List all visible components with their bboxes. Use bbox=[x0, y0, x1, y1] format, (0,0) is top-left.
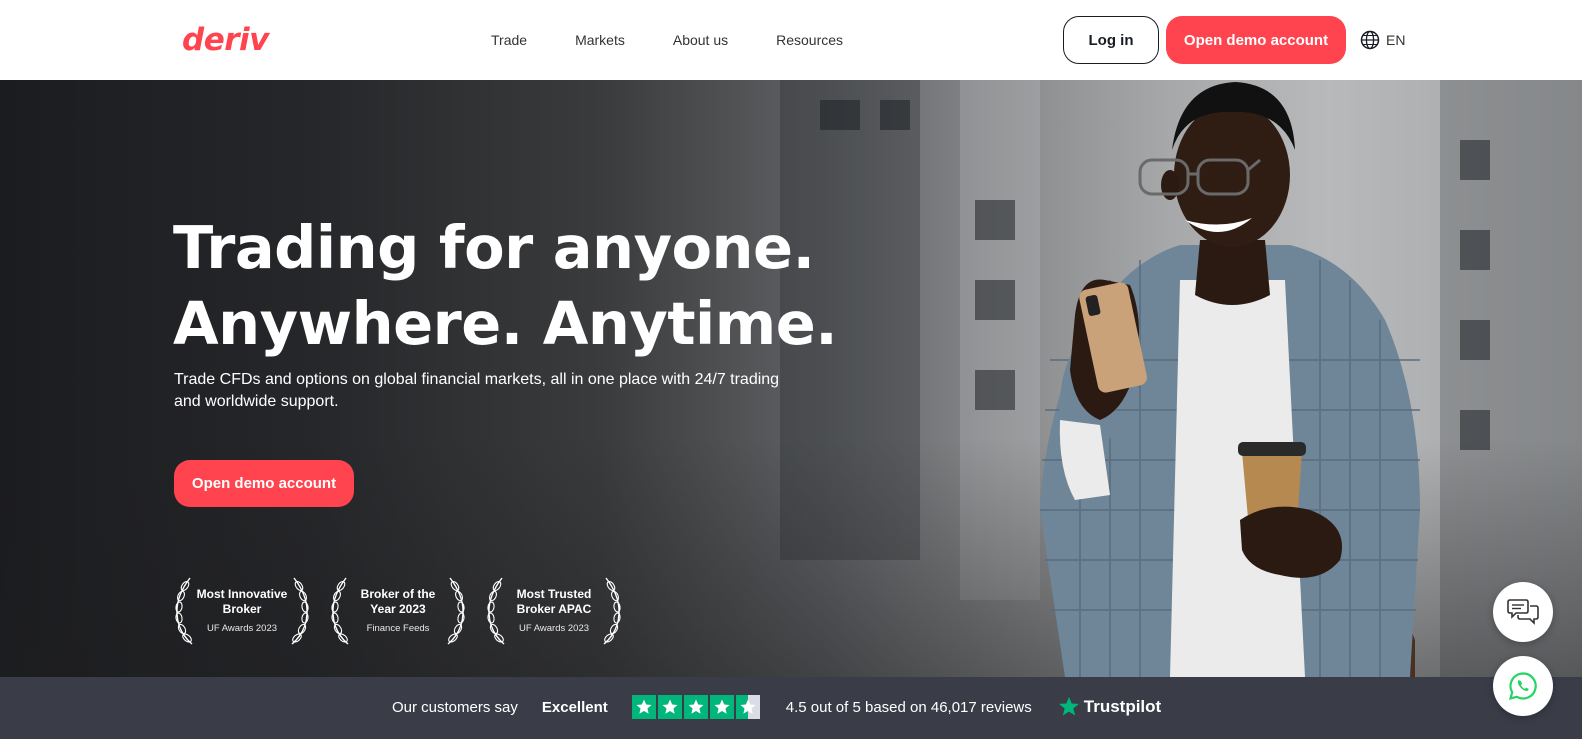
open-demo-account-button-hero[interactable]: Open demo account bbox=[174, 460, 354, 507]
open-demo-account-button-header[interactable]: Open demo account bbox=[1166, 16, 1346, 64]
hero-title: Trading for anyone. Anywhere. Anytime. bbox=[173, 210, 873, 362]
award-text: Most Innovative Broker UF Awards 2023 bbox=[194, 587, 290, 634]
half-star-icon bbox=[735, 695, 760, 719]
trustpilot-logo[interactable]: Trustpilot bbox=[1058, 696, 1161, 718]
login-button[interactable]: Log in bbox=[1063, 16, 1159, 64]
trustpilot-widget: Our customers say Excellent 4.5 out of 5… bbox=[392, 693, 1161, 721]
award-source: UF Awards 2023 bbox=[206, 622, 278, 634]
customers-say-label: Our customers say bbox=[392, 698, 518, 716]
award-title-line-2: Broker APAC bbox=[516, 601, 592, 616]
star-icon bbox=[631, 695, 656, 719]
trustpilot-score: 4.5 out of 5 based on 46,017 reviews bbox=[785, 698, 1032, 716]
award-badge: Most Trusted Broker APAC UF Awards 2023 bbox=[484, 574, 624, 646]
award-source: Finance Feeds bbox=[366, 622, 430, 634]
nav-markets[interactable]: Markets bbox=[575, 30, 625, 50]
award-title-line-1: Broker of the bbox=[360, 586, 436, 601]
awards-row: Most Innovative Broker UF Awards 2023 Br… bbox=[172, 574, 640, 646]
award-title-line-1: Most Trusted bbox=[516, 586, 592, 601]
nav-about-us[interactable]: About us bbox=[673, 30, 728, 50]
main-nav: Trade Markets About us Resources bbox=[491, 30, 891, 50]
rating-word: Excellent bbox=[541, 698, 608, 716]
award-badge: Most Innovative Broker UF Awards 2023 bbox=[172, 574, 312, 646]
award-text: Broker of the Year 2023 Finance Feeds bbox=[350, 587, 446, 634]
award-title-line-1: Most Innovative bbox=[196, 586, 288, 601]
chat-bubbles-icon bbox=[1507, 599, 1539, 625]
hero-section: Trading for anyone. Anywhere. Anytime. T… bbox=[0, 80, 1582, 677]
deriv-logo[interactable]: deriv bbox=[182, 22, 269, 58]
laurel-icon bbox=[175, 577, 193, 645]
star-icon bbox=[657, 695, 682, 719]
nav-trade[interactable]: Trade bbox=[491, 30, 527, 50]
award-title-line-2: Broker bbox=[222, 601, 262, 616]
trustpilot-stars bbox=[631, 695, 762, 719]
live-chat-button[interactable] bbox=[1493, 582, 1553, 642]
laurel-icon bbox=[487, 577, 505, 645]
award-text: Most Trusted Broker APAC UF Awards 2023 bbox=[506, 587, 602, 634]
award-badge: Broker of the Year 2023 Finance Feeds bbox=[328, 574, 468, 646]
hero-title-line-2: Anywhere. Anytime. bbox=[173, 289, 838, 358]
laurel-icon bbox=[291, 577, 309, 645]
trustpilot-bar[interactable]: Our customers say Excellent 4.5 out of 5… bbox=[0, 677, 1582, 739]
language-selector[interactable]: EN bbox=[1360, 29, 1405, 51]
award-title-line-2: Year 2023 bbox=[370, 601, 426, 616]
whatsapp-icon bbox=[1508, 672, 1537, 701]
laurel-icon bbox=[331, 577, 349, 645]
award-source: UF Awards 2023 bbox=[518, 622, 590, 634]
whatsapp-button[interactable] bbox=[1493, 656, 1553, 716]
globe-icon bbox=[1360, 30, 1380, 50]
hero-subtitle-line-2: and worldwide support. bbox=[174, 393, 339, 410]
language-label: EN bbox=[1386, 32, 1406, 48]
hero-subtitle: Trade CFDs and options on global financi… bbox=[174, 369, 794, 413]
star-icon bbox=[683, 695, 708, 719]
nav-resources[interactable]: Resources bbox=[776, 30, 843, 50]
trustpilot-brand: Trustpilot bbox=[1083, 697, 1162, 716]
site-header: deriv Trade Markets About us Resources L… bbox=[0, 0, 1582, 80]
hero-subtitle-line-1: Trade CFDs and options on global financi… bbox=[174, 371, 780, 388]
hero-person-image bbox=[1040, 82, 1420, 677]
trustpilot-star-icon bbox=[1058, 696, 1079, 716]
laurel-icon bbox=[447, 577, 465, 645]
laurel-icon bbox=[603, 577, 621, 645]
star-icon bbox=[709, 695, 734, 719]
hero-title-line-1: Trading for anyone. bbox=[173, 213, 815, 282]
